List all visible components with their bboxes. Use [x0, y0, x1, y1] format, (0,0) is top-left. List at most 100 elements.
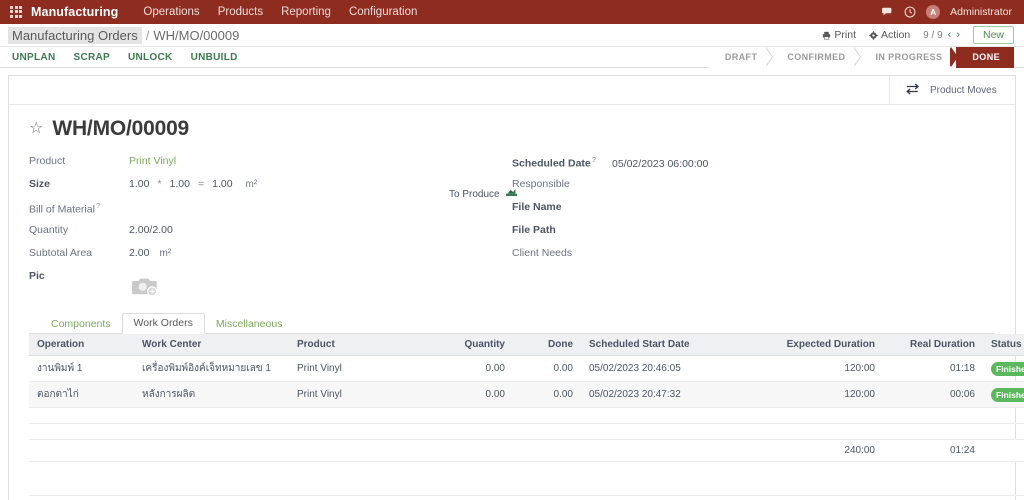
field-subtotal-area-unit: m² [159, 248, 172, 259]
size-multiply-operator: * [157, 178, 162, 190]
status-done[interactable]: DONE [956, 46, 1014, 68]
status-confirmed[interactable]: CONFIRMED [771, 46, 862, 68]
field-product-value[interactable]: Print Vinyl [129, 155, 176, 167]
field-product: Product Print Vinyl [29, 155, 512, 175]
nav-menu-reporting[interactable]: Reporting [272, 0, 340, 24]
unbuild-button[interactable]: UNBUILD [182, 52, 247, 63]
breadcrumb-separator: / [145, 27, 150, 43]
action-label: Action [880, 29, 911, 41]
table-row[interactable]: งานพิมพ์ 1 เครื่องพิมพ์อิงค์เจ็ทหมายเลข … [29, 355, 1024, 382]
bom-help-icon[interactable]: ? [96, 201, 100, 210]
column-done[interactable]: Done [513, 334, 581, 356]
scrap-button[interactable]: SCRAP [64, 52, 119, 63]
pager-previous-icon[interactable]: ‹ [948, 29, 952, 41]
cell-padding [29, 461, 1024, 496]
cell-real-duration[interactable]: 00:06 [883, 381, 983, 408]
cell-quantity[interactable]: 0.00 [421, 355, 513, 382]
work-orders-table-head: Operation Work Center Product Quantity D… [29, 334, 1024, 356]
table-empty-row[interactable] [29, 423, 1024, 440]
cell-operation[interactable]: งานพิมพ์ 1 [29, 355, 134, 382]
cell-work-center[interactable]: เครื่องพิมพ์อิงค์เจ็ทหมายเลข 1 [134, 355, 289, 382]
column-quantity[interactable]: Quantity [421, 334, 513, 356]
field-size: Size 1.00 * 1.00 = 1.00 m² [29, 178, 512, 198]
cell-operation[interactable]: ตอกตาไก่ [29, 381, 134, 408]
field-file-path: File Path [512, 224, 995, 244]
print-button[interactable]: Print [822, 29, 856, 41]
cell-expected-duration[interactable]: 120:00 [733, 355, 883, 382]
new-button[interactable]: New [972, 26, 1014, 44]
star-outline-icon[interactable]: ☆ [29, 121, 43, 137]
sheet-body: ☆ WH/MO/00009 Product Print Vinyl Size 1… [9, 105, 1024, 500]
tab-components[interactable]: Components [40, 315, 122, 334]
work-orders-table: Operation Work Center Product Quantity D… [29, 334, 1024, 496]
unlock-button[interactable]: UNLOCK [119, 52, 182, 63]
cell-done[interactable]: 0.00 [513, 355, 581, 382]
cell-product[interactable]: Print Vinyl [289, 381, 421, 408]
cell-real-duration[interactable]: 01:18 [883, 355, 983, 382]
record-title-row: ☆ WH/MO/00009 [29, 117, 995, 141]
column-scheduled-start-date[interactable]: Scheduled Start Date [581, 334, 733, 356]
table-empty-row[interactable] [29, 407, 1024, 424]
unplan-button[interactable]: UNPLAN [10, 52, 64, 63]
field-size-label: Size [29, 178, 51, 190]
cell-done[interactable]: 0.00 [513, 381, 581, 408]
action-button[interactable]: Action [869, 29, 910, 41]
column-operation[interactable]: Operation [29, 334, 134, 356]
field-subtotal-area-label: Subtotal Area [29, 247, 93, 259]
field-quantity-label: Quantity [29, 224, 69, 236]
column-status[interactable]: Status [983, 334, 1024, 356]
pager-next-icon[interactable]: › [956, 29, 960, 41]
sheet-wrapper: Product Moves ☆ WH/MO/00009 Product Prin… [0, 68, 1024, 500]
field-subtotal-area: Subtotal Area 2.00 m² [29, 247, 512, 267]
column-product[interactable]: Product [289, 334, 421, 356]
gear-icon [869, 30, 878, 40]
status-in-progress[interactable]: IN PROGRESS [859, 46, 959, 68]
size-height-input[interactable]: 1.00 [170, 178, 190, 190]
totals-status-spacer [983, 439, 1024, 462]
messages-icon[interactable] [881, 7, 894, 18]
field-bom-label: Bill of Material? [29, 201, 101, 216]
product-moves-button[interactable]: Product Moves [889, 76, 1015, 104]
user-name[interactable]: Administrator [950, 6, 1012, 18]
field-quantity-value[interactable]: 2.00/2.00 [129, 224, 173, 236]
cell-quantity[interactable]: 0.00 [421, 381, 513, 408]
table-row[interactable]: ตอกตาไก่ หลังการผลิต Print Vinyl 0.00 0.… [29, 381, 1024, 408]
cell-expected-duration[interactable]: 120:00 [733, 381, 883, 408]
avatar[interactable]: A [926, 5, 941, 19]
nav-menu-operations[interactable]: Operations [134, 0, 208, 24]
pic-upload-placeholder[interactable] [129, 273, 163, 299]
column-real-duration[interactable]: Real Duration [883, 334, 983, 356]
field-scheduled-date-value[interactable]: 05/02/2023 06:00:00 [612, 158, 708, 170]
app-title[interactable]: Manufacturing [31, 5, 118, 19]
to-produce-indicator: To Produce [449, 188, 517, 200]
control-panel-top: Manufacturing Orders / WH/MO/00009 Print… [0, 24, 1024, 47]
clock-icon[interactable] [904, 6, 916, 18]
size-width-input[interactable]: 1.00 [129, 178, 149, 190]
totals-expected-duration: 240:00 [733, 439, 883, 462]
cell-scheduled-start-date[interactable]: 05/02/2023 20:46:05 [581, 355, 733, 382]
breadcrumb-root[interactable]: Manufacturing Orders [8, 26, 142, 44]
tab-work-orders[interactable]: Work Orders [121, 313, 205, 334]
product-moves-label: Product Moves [930, 84, 997, 96]
status-badge: Finished [991, 361, 1024, 376]
nav-menu-products[interactable]: Products [209, 0, 272, 24]
cell-work-center[interactable]: หลังการผลิต [134, 381, 289, 408]
nav-menu-configuration[interactable]: Configuration [340, 0, 426, 24]
column-expected-duration[interactable]: Expected Duration [733, 334, 883, 356]
page-title: WH/MO/00009 [52, 117, 190, 140]
cell-scheduled-start-date[interactable]: 05/02/2023 20:47:32 [581, 381, 733, 408]
scheduled-date-help-icon[interactable]: ? [592, 155, 597, 164]
cell-product[interactable]: Print Vinyl [289, 355, 421, 382]
column-work-center[interactable]: Work Center [134, 334, 289, 356]
notebook: Components Work Orders Miscellaneous Ope… [29, 312, 1024, 496]
field-quantity: Quantity 2.00/2.00 [29, 224, 512, 244]
top-navbar: Manufacturing Operations Products Report… [0, 0, 1024, 24]
to-produce-label: To Produce [449, 188, 500, 200]
navbar-right-group: A Administrator [881, 5, 1018, 19]
camera-icon [132, 278, 158, 297]
tab-miscellaneous[interactable]: Miscellaneous [205, 315, 294, 334]
status-bar: DRAFT CONFIRMED IN PROGRESS DONE [708, 46, 1014, 68]
cell-empty [29, 423, 1024, 440]
status-draft[interactable]: DRAFT [708, 46, 773, 68]
apps-grid-icon[interactable] [10, 5, 24, 19]
